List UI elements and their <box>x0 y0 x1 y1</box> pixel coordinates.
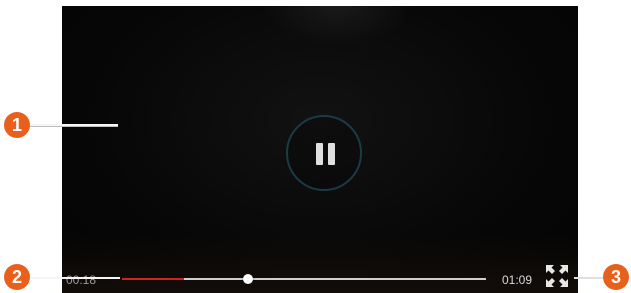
fullscreen-expand-icon <box>546 265 568 287</box>
fullscreen-button[interactable] <box>546 265 568 287</box>
progress-played <box>122 278 184 280</box>
callout-3-badge: 3 <box>603 264 629 290</box>
current-time: 00:18 <box>66 273 97 287</box>
pause-icon <box>316 143 336 165</box>
callout-2-badge: 2 <box>4 264 30 290</box>
progress-thumb[interactable] <box>242 274 253 284</box>
controls-gradient <box>62 233 578 293</box>
total-time: 01:09 <box>502 273 533 287</box>
progress-bar[interactable] <box>122 274 486 284</box>
video-frame-detail <box>262 6 412 46</box>
callout-1-leader <box>28 124 118 126</box>
callout-2-leader <box>28 277 120 279</box>
callout-1-badge: 1 <box>4 112 30 138</box>
manual-figure: 00:18 01:09 1 2 3 <box>0 0 631 293</box>
video-player[interactable]: 00:18 01:09 <box>62 6 578 293</box>
pause-button[interactable] <box>286 115 362 191</box>
